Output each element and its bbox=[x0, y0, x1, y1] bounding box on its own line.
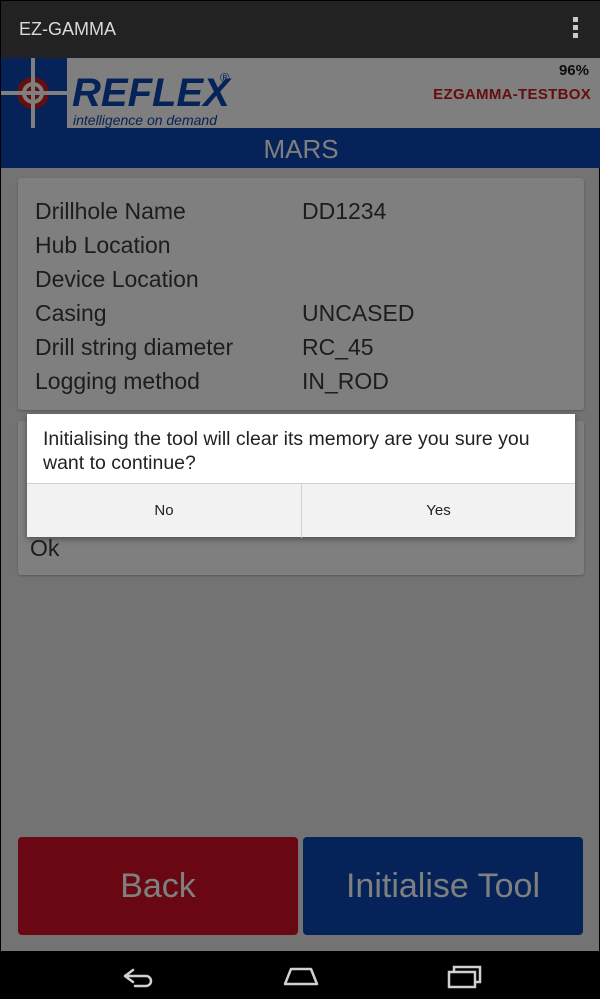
nav-back-icon[interactable] bbox=[117, 961, 157, 991]
app-window: EZ-GAMMA REFLEX ® intelligence on demand… bbox=[0, 0, 600, 999]
app-title: EZ-GAMMA bbox=[19, 19, 116, 39]
overflow-menu-icon[interactable] bbox=[571, 17, 579, 41]
action-bar: EZ-GAMMA bbox=[1, 1, 600, 58]
nav-home-icon[interactable] bbox=[281, 961, 321, 991]
dialog-yes-button[interactable]: Yes bbox=[301, 484, 575, 538]
dialog-button-bar: No Yes bbox=[27, 483, 575, 538]
system-nav-bar bbox=[1, 951, 600, 999]
nav-recents-icon[interactable] bbox=[444, 961, 484, 991]
confirm-dialog: Initialising the tool will clear its mem… bbox=[27, 414, 575, 538]
dialog-no-button[interactable]: No bbox=[27, 484, 301, 538]
dialog-message: Initialising the tool will clear its mem… bbox=[43, 428, 530, 474]
